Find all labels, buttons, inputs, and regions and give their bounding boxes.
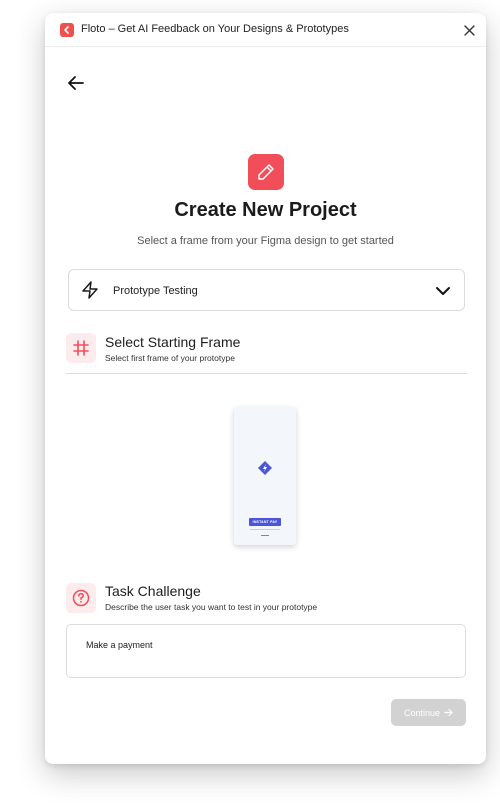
starting-frame-thumbnail[interactable]: INSTANT PAY	[234, 407, 296, 545]
arrow-right-icon	[444, 708, 453, 717]
thumbnail-pay-button: INSTANT PAY	[249, 518, 281, 526]
task-challenge-description: Describe the user task you want to test …	[105, 602, 318, 612]
close-icon	[463, 24, 475, 36]
close-button[interactable]	[460, 21, 478, 39]
page-title: Create New Project	[174, 199, 357, 221]
plugin-window: Floto – Get AI Feedback on Your Designs …	[45, 13, 486, 764]
page-subtitle: Select a frame from your Figma design to…	[137, 235, 394, 247]
task-input-value: Make a payment	[86, 640, 153, 650]
window-title: Floto – Get AI Feedback on Your Designs …	[81, 23, 349, 35]
app-logo-icon	[258, 461, 272, 475]
arrow-left-icon	[68, 76, 84, 90]
title-bar: Floto – Get AI Feedback on Your Designs …	[45, 13, 486, 47]
chevron-down-icon	[436, 287, 450, 295]
continue-button[interactable]: Continue	[391, 699, 466, 726]
project-type-select[interactable]: Prototype Testing	[68, 269, 465, 311]
starting-frame-title: Select Starting Frame	[105, 334, 241, 350]
continue-label: Continue	[403, 707, 441, 718]
floto-logo-icon	[60, 23, 74, 37]
task-input[interactable]: Make a payment	[66, 624, 466, 678]
question-circle-icon	[66, 583, 96, 613]
thumbnail-subline	[250, 529, 280, 530]
frame-hash-icon	[66, 333, 96, 363]
starting-frame-description: Select first frame of your prototype	[105, 353, 235, 363]
thumbnail-home-indicator	[261, 535, 269, 536]
lightning-bolt-icon	[82, 281, 98, 299]
divider	[66, 373, 467, 374]
pencil-icon	[248, 154, 284, 190]
back-button[interactable]	[65, 72, 87, 94]
task-challenge-title: Task Challenge	[105, 583, 201, 599]
project-type-value: Prototype Testing	[113, 285, 198, 297]
